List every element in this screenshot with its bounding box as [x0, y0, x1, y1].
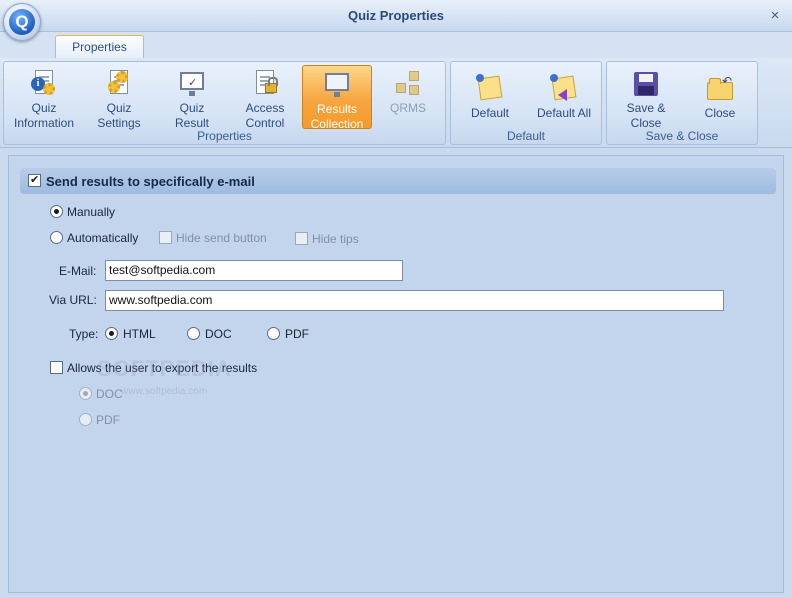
- email-field[interactable]: test@softpedia.com: [105, 260, 403, 281]
- export-pdf-label: PDF: [96, 413, 120, 427]
- type-doc-radio[interactable]: [187, 327, 200, 340]
- quiz-settings-icon: [104, 69, 134, 99]
- results-collection-panel: Send results to specifically e-mail Manu…: [8, 155, 784, 593]
- hide-tips-label: Hide tips: [312, 232, 359, 246]
- group-label-save-close: Save & Close: [645, 129, 719, 143]
- app-menu-button[interactable]: Q: [3, 3, 41, 41]
- qrms-label: QRMS: [390, 101, 426, 115]
- url-label: Via URL:: [49, 293, 97, 307]
- qrms-button[interactable]: QRMS: [376, 65, 440, 129]
- type-doc-label: DOC: [205, 327, 232, 341]
- group-label-default: Default: [506, 129, 546, 143]
- results-collection-button[interactable]: Results Collection: [302, 65, 372, 131]
- url-field[interactable]: www.softpedia.com: [105, 290, 724, 311]
- export-doc-label: DOC: [96, 387, 123, 401]
- email-label: E-Mail:: [59, 264, 97, 278]
- watermark-url: www.softpedia.com: [121, 386, 208, 397]
- window-title: Quiz Properties: [347, 8, 445, 23]
- close-window-icon[interactable]: ×: [767, 7, 783, 24]
- type-html-label: HTML: [123, 327, 156, 341]
- ribbon-tab-row: Properties: [0, 32, 792, 59]
- section-header: Send results to specifically e-mail: [20, 168, 776, 194]
- title-bar: Quiz Properties ×: [0, 0, 792, 32]
- save-close-label-1: Save &: [626, 101, 666, 115]
- ribbon-group-default: Default Default All Default: [450, 61, 602, 145]
- quiz-information-label-1: Quiz: [31, 101, 57, 115]
- ribbon: i Quiz Information Quiz Settings ✓ Quiz …: [0, 58, 792, 148]
- close-button[interactable]: ↶ Close: [685, 70, 755, 134]
- save-icon: [631, 69, 661, 99]
- access-control-button[interactable]: Access Control: [230, 65, 300, 130]
- default-icon: [475, 74, 505, 104]
- default-button[interactable]: Default: [457, 70, 523, 134]
- tab-properties[interactable]: Properties: [55, 35, 144, 59]
- close-label: Close: [704, 106, 736, 120]
- close-folder-icon: ↶: [705, 74, 735, 104]
- watermark: SOFTPEDIA: [97, 356, 232, 381]
- type-pdf-label: PDF: [285, 327, 309, 341]
- quiz-result-label-1: Quiz: [179, 101, 205, 115]
- manually-label: Manually: [67, 205, 116, 219]
- hide-send-button-label: Hide send button: [176, 231, 267, 245]
- quiz-information-button[interactable]: i Quiz Information: [6, 65, 82, 130]
- type-label: Type:: [69, 327, 99, 341]
- quiz-information-icon: i: [29, 69, 59, 99]
- default-all-icon: [549, 74, 579, 104]
- results-collection-icon: [322, 70, 352, 100]
- quiz-settings-button[interactable]: Quiz Settings: [84, 65, 154, 130]
- access-control-label-1: Access: [245, 101, 285, 115]
- default-all-label: Default All: [536, 106, 592, 120]
- automatically-label: Automatically: [67, 231, 139, 245]
- ribbon-group-save-close: Save & Close ↶ Close Save & Close: [606, 61, 758, 145]
- export-results-checkbox[interactable]: [50, 361, 63, 374]
- quiz-result-button[interactable]: ✓ Quiz Result: [158, 65, 226, 130]
- type-html-radio[interactable]: [105, 327, 118, 340]
- section-title: Send results to specifically e-mail: [46, 174, 255, 189]
- export-doc-radio[interactable]: [79, 387, 92, 400]
- quiz-settings-label-1: Quiz: [106, 101, 132, 115]
- send-results-checkbox[interactable]: [28, 173, 41, 187]
- default-all-button[interactable]: Default All: [529, 70, 599, 134]
- group-label-properties: Properties: [197, 129, 252, 143]
- export-pdf-radio[interactable]: [79, 413, 92, 426]
- app-logo-icon: Q: [9, 9, 35, 35]
- ribbon-group-properties: i Quiz Information Quiz Settings ✓ Quiz …: [3, 61, 446, 145]
- default-label: Default: [470, 106, 510, 120]
- access-control-icon: [250, 69, 280, 99]
- quiz-result-icon: ✓: [177, 69, 207, 99]
- hide-tips-checkbox[interactable]: [295, 232, 308, 245]
- qrms-icon: [393, 69, 423, 99]
- type-pdf-radio[interactable]: [267, 327, 280, 340]
- save-close-button[interactable]: Save & Close: [611, 65, 681, 130]
- hide-send-button-checkbox[interactable]: [159, 231, 172, 244]
- results-collection-label-1: Results: [316, 102, 357, 116]
- automatically-radio[interactable]: [50, 231, 63, 244]
- manually-radio[interactable]: [50, 205, 63, 218]
